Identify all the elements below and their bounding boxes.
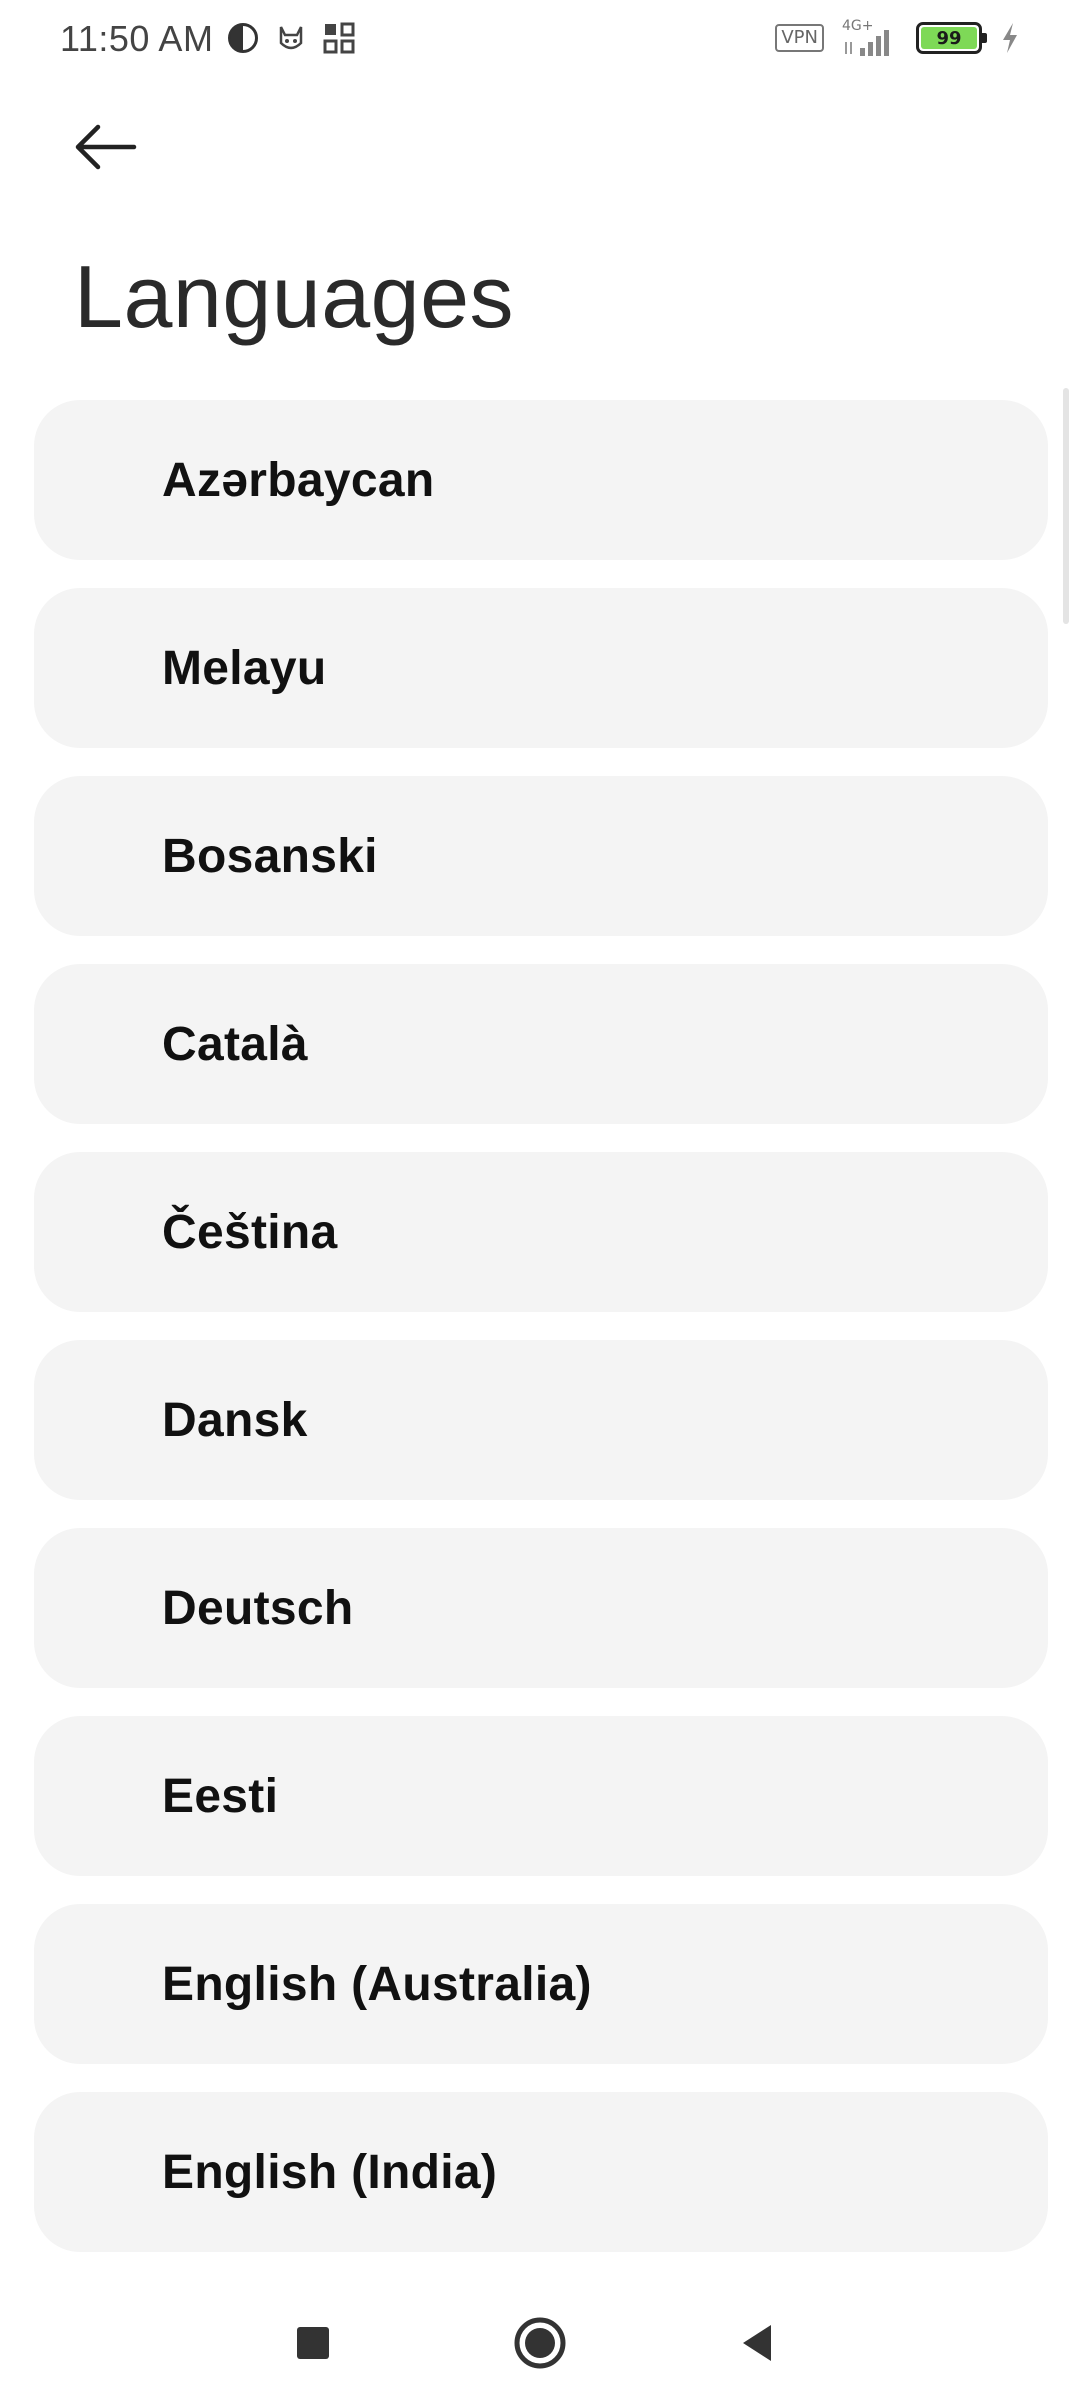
cat-icon (279, 26, 303, 50)
language-list[interactable]: Azərbaycan Melayu Bosanski Català Češtin… (34, 400, 1048, 2280)
circle-half-icon (228, 23, 258, 53)
scrollbar[interactable] (1063, 388, 1069, 624)
list-item-language[interactable]: English (Australia) (34, 1904, 1048, 2064)
list-item-language[interactable]: Deutsch (34, 1528, 1048, 1688)
language-label: Català (162, 1017, 308, 1071)
recents-button[interactable] (278, 2308, 348, 2378)
home-circle-icon (514, 2317, 566, 2369)
language-label: Eesti (162, 1769, 279, 1823)
arrow-left-icon (75, 124, 137, 170)
language-label: Deutsch (162, 1581, 354, 1635)
back-button[interactable] (72, 112, 162, 182)
back-triangle-icon (743, 2325, 771, 2361)
language-label: Dansk (162, 1393, 308, 1447)
status-system-icons: VPN 4G+ 99 (775, 18, 1020, 58)
signal-icon: 4G+ (842, 18, 898, 58)
navigation-bar (0, 2280, 1080, 2400)
status-notification-icons (226, 18, 356, 58)
list-item-language[interactable]: Melayu (34, 588, 1048, 748)
list-item-language[interactable]: Čeština (34, 1152, 1048, 1312)
status-time: 11:50 AM (60, 18, 214, 59)
language-label: English (Australia) (162, 1957, 592, 2011)
list-item-language[interactable]: Català (34, 964, 1048, 1124)
status-bar: 11:50 AM VPN 4G+ 99 (0, 0, 1080, 78)
page-title: Languages (74, 247, 515, 346)
language-label: Bosanski (162, 829, 378, 883)
language-label: English (India) (162, 2145, 498, 2199)
recents-square-icon (297, 2327, 329, 2359)
grid-icon (323, 22, 355, 54)
language-settings-screen: 11:50 AM VPN 4G+ 99 Languages Azərbaycan… (0, 0, 1080, 2400)
language-label: Melayu (162, 641, 327, 695)
vpn-badge: VPN (775, 24, 824, 52)
charging-icon (1003, 23, 1017, 53)
battery-tip (982, 33, 987, 43)
list-item-language[interactable]: Bosanski (34, 776, 1048, 936)
list-item-language[interactable]: Dansk (34, 1340, 1048, 1500)
list-item-language[interactable]: Eesti (34, 1716, 1048, 1876)
battery-indicator: 99 (916, 22, 987, 54)
language-label: Azərbaycan (162, 453, 435, 507)
back-nav-button[interactable] (722, 2308, 792, 2378)
list-item-language[interactable]: English (India) (34, 2092, 1048, 2252)
list-item-language[interactable]: Azərbaycan (34, 400, 1048, 560)
battery-level: 99 (936, 27, 962, 49)
battery-fill: 99 (921, 27, 977, 49)
language-label: Čeština (162, 1205, 338, 1259)
home-button[interactable] (505, 2308, 575, 2378)
